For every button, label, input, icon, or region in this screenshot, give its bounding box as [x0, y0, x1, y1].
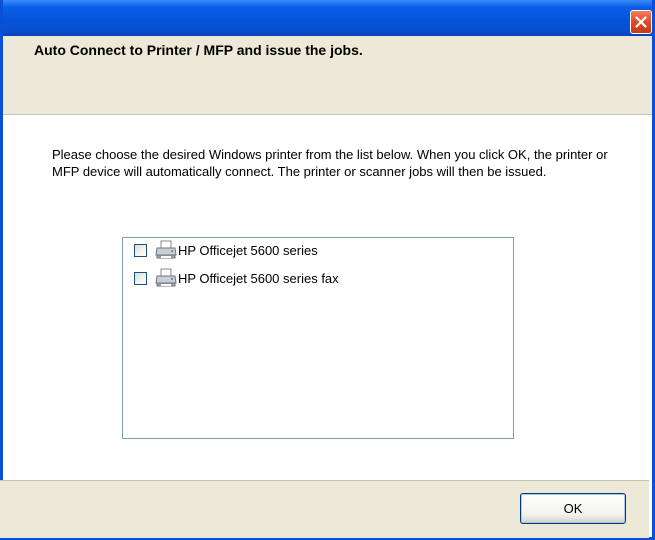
close-button[interactable] — [630, 10, 652, 34]
page-title: Auto Connect to Printer / MFP and issue … — [34, 42, 363, 58]
list-item[interactable]: HP Officejet 5600 series — [134, 240, 318, 260]
printer-label: HP Officejet 5600 series — [178, 242, 318, 258]
printer-checkbox[interactable] — [134, 271, 147, 285]
close-icon — [635, 16, 647, 28]
printer-listbox[interactable]: HP Officejet 5600 series HP Officejet 56… — [122, 237, 514, 439]
title-bar[interactable] — [3, 0, 652, 36]
printer-icon — [155, 268, 177, 287]
printer-icon — [155, 240, 177, 259]
printer-label: HP Officejet 5600 series fax — [178, 270, 339, 286]
instructions-text: Please choose the desired Windows printe… — [52, 147, 608, 179]
ok-button[interactable]: OK — [520, 493, 626, 524]
printer-checkbox[interactable] — [134, 243, 147, 257]
list-item[interactable]: HP Officejet 5600 series fax — [134, 268, 339, 288]
